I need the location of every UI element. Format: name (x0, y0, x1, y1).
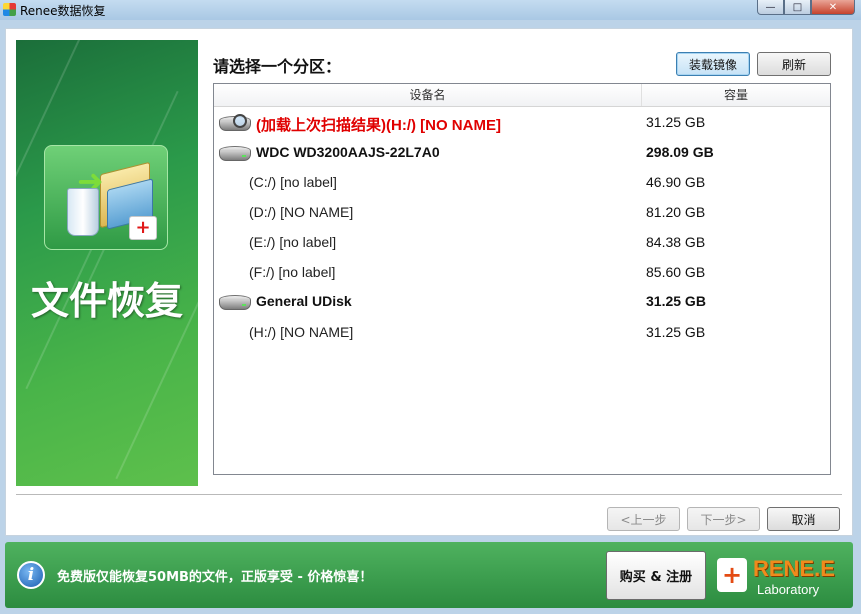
hard-drive-icon (219, 146, 251, 163)
list-item-last-scan[interactable]: (加载上次扫描结果)(H:/) [NO NAME] 31.25 GB (214, 108, 830, 138)
list-item-partition[interactable]: (F:/) [no label] 85.60 GB (214, 258, 830, 288)
device-size: 31.25 GB (646, 293, 706, 309)
partition-size: 81.20 GB (646, 204, 706, 220)
promo-text: 免费版仅能恢复50MB的文件，正版享受 - 价格惊喜！ (57, 570, 373, 585)
list-item-partition[interactable]: (H:/) [NO NAME] 31.25 GB (214, 318, 830, 348)
window-title: Renee数据恢复 (20, 4, 106, 18)
list-item-partition[interactable]: (E:/) [no label] 84.38 GB (214, 228, 830, 258)
device-size: 298.09 GB (646, 144, 714, 160)
list-header: 设备名 容量 (214, 84, 830, 107)
close-button[interactable]: ✕ (811, 0, 855, 15)
partition-name: (H:/) [NO NAME] (249, 324, 354, 340)
banner-title: 文件恢复 (30, 279, 183, 323)
previous-button[interactable]: <上一步 (607, 507, 680, 531)
column-header-device[interactable]: 设备名 (214, 84, 642, 106)
device-name: (加载上次扫描结果)(H:/) [NO NAME] (256, 117, 501, 134)
cancel-button[interactable]: 取消 (767, 507, 840, 531)
partition-size: 85.60 GB (646, 264, 706, 280)
partition-size: 46.90 GB (646, 174, 706, 190)
file-recovery-icon: ➜ + (44, 145, 168, 250)
partition-name: (D:/) [NO NAME] (249, 204, 354, 220)
brand-subtitle: Laboratory (757, 582, 820, 597)
partition-size: 84.38 GB (646, 234, 706, 250)
partition-list[interactable]: 设备名 容量 (加载上次扫描结果)(H:/) [NO NAME] 31.25 G… (213, 83, 831, 475)
brand-logo[interactable]: + RENE.E Laboratory (717, 552, 847, 600)
content-panel: ➜ + 文件恢复 请选择一个分区： 装载镜像 刷新 设备名 容量 (加载上次扫描… (5, 28, 853, 536)
device-name: WDC WD3200AAJS-22L7A0 (256, 144, 440, 160)
next-button[interactable]: 下一步> (687, 507, 760, 531)
maximize-button[interactable]: □ (784, 0, 811, 15)
first-aid-icon: + (129, 216, 157, 240)
window-controls: — □ ✕ (757, 0, 855, 15)
brand-cross-icon: + (717, 558, 747, 592)
title-bar: Renee数据恢复 — □ ✕ (0, 0, 861, 20)
recycle-bin-icon (67, 188, 99, 236)
main-window: ➜ + 文件恢复 请选择一个分区： 装载镜像 刷新 设备名 容量 (加载上次扫描… (5, 28, 853, 611)
partition-name: (E:/) [no label] (249, 234, 337, 250)
hard-drive-icon (219, 295, 251, 312)
promo-bar: i 免费版仅能恢复50MB的文件，正版享受 - 价格惊喜！ 购买 & 注册 + … (5, 542, 853, 608)
partition-size: 31.25 GB (646, 324, 706, 340)
buy-register-button[interactable]: 购买 & 注册 (606, 551, 706, 600)
refresh-button[interactable]: 刷新 (757, 52, 831, 76)
partition-name: (F:/) [no label] (249, 264, 336, 280)
column-header-size[interactable]: 容量 (642, 84, 830, 106)
app-logo-icon (3, 3, 16, 16)
drive-search-icon (219, 114, 251, 133)
device-name: General UDisk (256, 293, 352, 309)
brand-name: RENE.E (753, 556, 835, 581)
page-title: 请选择一个分区： (213, 57, 342, 76)
list-item-disk[interactable]: WDC WD3200AAJS-22L7A0 298.09 GB (214, 138, 830, 168)
info-icon: i (17, 561, 45, 589)
list-item-partition[interactable]: (D:/) [NO NAME] 81.20 GB (214, 198, 830, 228)
minimize-button[interactable]: — (757, 0, 784, 15)
partition-name: (C:/) [no label] (249, 174, 337, 190)
left-banner: ➜ + 文件恢复 (16, 40, 198, 486)
divider (16, 494, 842, 495)
list-item-disk[interactable]: General UDisk 31.25 GB (214, 287, 830, 317)
device-size: 31.25 GB (646, 114, 706, 130)
load-image-button[interactable]: 装载镜像 (676, 52, 750, 76)
list-item-partition[interactable]: (C:/) [no label] 46.90 GB (214, 168, 830, 198)
